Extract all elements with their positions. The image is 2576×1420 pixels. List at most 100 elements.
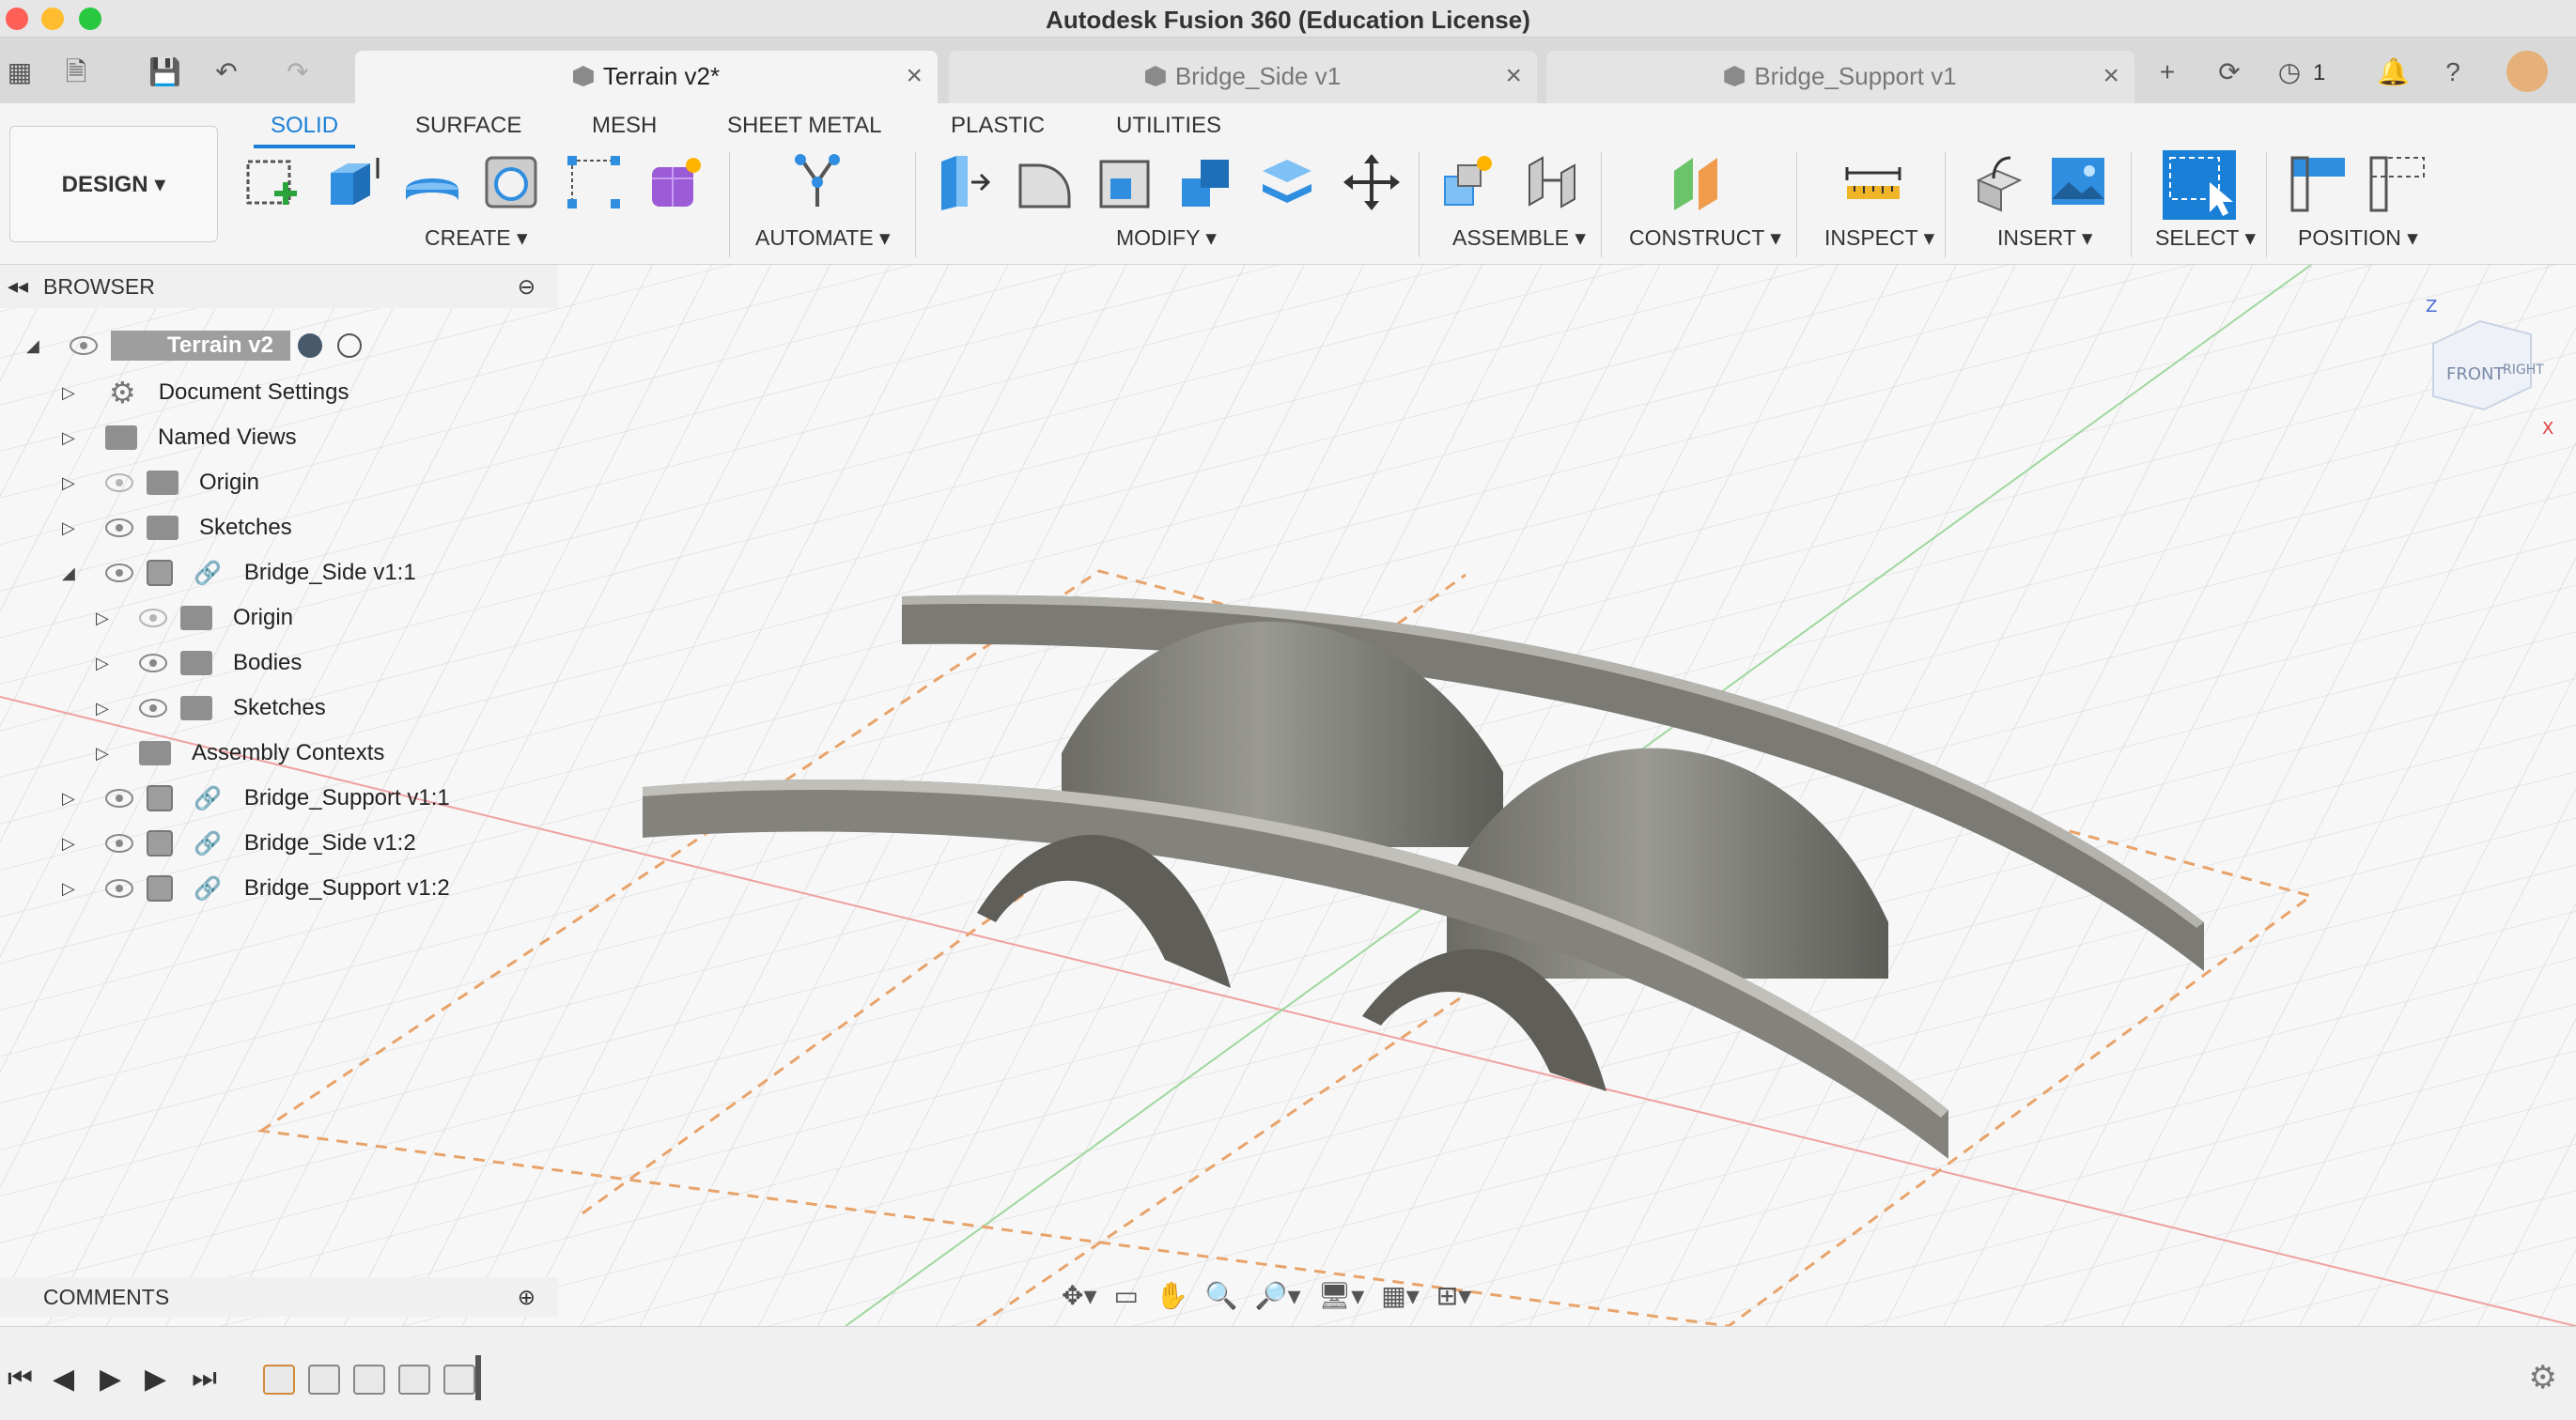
redo-icon[interactable]: ↷: [282, 58, 314, 86]
tab-plastic[interactable]: PLASTIC: [951, 113, 1045, 139]
inspect-menu[interactable]: INSPECT ▾: [1824, 225, 1934, 251]
viewports-icon[interactable]: ⊞▾: [1436, 1280, 1472, 1311]
tab-bridge-side-v1[interactable]: Bridge_Side v1 ×: [949, 51, 1537, 103]
tab-sheet-metal[interactable]: SHEET METAL: [727, 113, 881, 139]
extensions-icon[interactable]: ⟳: [2213, 58, 2245, 86]
offset-plane-icon[interactable]: [1668, 152, 1729, 212]
tree-item-sketches[interactable]: ▷ Sketches: [62, 509, 292, 547]
timeline-marker[interactable]: [475, 1355, 481, 1400]
canvas-image-icon[interactable]: [2048, 152, 2108, 212]
combine-icon[interactable]: [1176, 152, 1236, 212]
tree-item-bridge-support-1[interactable]: ▷ 🔗 Bridge_Support v1:1: [62, 779, 450, 817]
revert-position-icon[interactable]: [2367, 152, 2428, 212]
form-icon[interactable]: [646, 152, 706, 212]
capture-position-icon[interactable]: [2289, 152, 2349, 212]
offset-face-icon[interactable]: [1257, 152, 1317, 212]
tab-utilities[interactable]: UTILITIES: [1116, 113, 1221, 139]
timeline-joint-feature[interactable]: [308, 1365, 340, 1395]
display-settings-icon[interactable]: 🖥▾: [1318, 1280, 1365, 1311]
tree-item-assembly-contexts[interactable]: ▷ Assembly Contexts: [96, 734, 384, 772]
go-to-end-icon[interactable]: ⏭: [192, 1363, 217, 1395]
tree-item-origin-sub[interactable]: ▷ Origin: [96, 599, 293, 637]
new-tab-icon[interactable]: +: [2151, 58, 2183, 86]
tab-surface[interactable]: SURFACE: [415, 113, 521, 139]
active-component-icon[interactable]: [336, 333, 362, 358]
tree-item-bridge-side-2[interactable]: ▷ 🔗 Bridge_Side v1:2: [62, 825, 416, 862]
visibility-eye-icon[interactable]: [105, 879, 133, 898]
step-forward-icon[interactable]: ▶: [145, 1363, 166, 1396]
minimize-panel-icon[interactable]: ⊖: [518, 265, 535, 308]
visibility-eye-icon[interactable]: [70, 336, 98, 355]
hidden-eye-icon[interactable]: [139, 609, 167, 627]
look-at-icon[interactable]: ▭: [1114, 1280, 1139, 1311]
collapse-arrow-icon[interactable]: ◢: [26, 336, 49, 356]
zoom-icon[interactable]: 🔍: [1205, 1280, 1238, 1311]
grid-settings-icon[interactable]: ▦▾: [1381, 1280, 1420, 1311]
position-menu[interactable]: POSITION ▾: [2298, 225, 2418, 251]
create-menu[interactable]: CREATE ▾: [425, 225, 528, 251]
go-to-start-icon[interactable]: ⏮: [8, 1363, 33, 1395]
close-tab-icon[interactable]: ×: [2103, 60, 2119, 92]
timeline-joint-feature[interactable]: [443, 1365, 475, 1395]
construct-menu[interactable]: CONSTRUCT ▾: [1629, 225, 1781, 251]
add-comment-icon[interactable]: ⊕: [518, 1277, 535, 1317]
tree-item-origin[interactable]: ▷ Origin: [62, 464, 259, 502]
close-tab-icon[interactable]: ×: [1505, 60, 1522, 92]
close-tab-icon[interactable]: ×: [906, 60, 923, 92]
tree-item-bridge-support-2[interactable]: ▷ 🔗 Bridge_Support v1:2: [62, 870, 450, 907]
visibility-eye-icon[interactable]: [105, 834, 133, 853]
tab-solid[interactable]: SOLID: [253, 113, 356, 148]
comments-panel[interactable]: COMMENTS ⊕: [0, 1277, 558, 1317]
press-pull-icon[interactable]: [934, 152, 994, 212]
file-menu-icon[interactable]: 🗎: [60, 58, 92, 86]
save-icon[interactable]: 💾: [148, 58, 181, 86]
orbit-icon[interactable]: ✥▾: [1062, 1280, 1097, 1311]
select-menu[interactable]: SELECT ▾: [2155, 225, 2256, 251]
visibility-eye-icon[interactable]: [105, 518, 133, 537]
tree-item-named-views[interactable]: ▷ Named Views: [62, 419, 297, 456]
create-sketch-icon[interactable]: [242, 152, 303, 212]
joint-icon[interactable]: [1522, 152, 1582, 212]
help-icon[interactable]: ?: [2437, 58, 2469, 86]
tab-terrain-v2[interactable]: Terrain v2* ×: [355, 51, 938, 103]
undo-icon[interactable]: ↶: [210, 58, 242, 86]
hidden-eye-icon[interactable]: [105, 473, 133, 492]
visibility-eye-icon[interactable]: [105, 563, 133, 582]
insert-menu[interactable]: INSERT ▾: [1997, 225, 2092, 251]
collapse-browser-icon[interactable]: ◂◂: [8, 265, 28, 308]
timeline-joint-feature[interactable]: [398, 1365, 430, 1395]
visibility-eye-icon[interactable]: [139, 699, 167, 718]
sketch-pattern-icon[interactable]: [564, 152, 624, 212]
job-status-icon[interactable]: ◷: [2273, 58, 2305, 86]
shell-icon[interactable]: [481, 152, 541, 212]
notifications-bell-icon[interactable]: 🔔: [2377, 58, 2410, 86]
pan-hand-icon[interactable]: ✋: [1156, 1280, 1188, 1311]
step-back-icon[interactable]: ◀: [53, 1363, 74, 1396]
timeline-sketch-feature[interactable]: [263, 1365, 295, 1395]
tree-item-bodies[interactable]: ▷ Bodies: [96, 644, 302, 682]
tree-item-sketches-sub[interactable]: ▷ Sketches: [96, 689, 326, 727]
revolve-icon[interactable]: [402, 152, 462, 212]
tree-item-document-settings[interactable]: ▷ ⚙ Document Settings: [62, 374, 349, 411]
chamfer-icon[interactable]: [1095, 152, 1156, 212]
automate-icon[interactable]: [787, 152, 847, 212]
move-icon[interactable]: [1342, 152, 1402, 212]
extrude-icon[interactable]: [323, 152, 383, 212]
fit-zoom-icon[interactable]: 🔎▾: [1255, 1280, 1301, 1311]
timeline-joint-feature[interactable]: [353, 1365, 385, 1395]
play-icon[interactable]: ▶: [100, 1363, 121, 1396]
select-icon[interactable]: [2163, 150, 2236, 220]
visibility-eye-icon[interactable]: [105, 789, 133, 808]
user-avatar[interactable]: [2506, 51, 2548, 92]
tree-root[interactable]: ◢ Terrain v2: [26, 327, 362, 364]
tab-bridge-support-v1[interactable]: Bridge_Support v1 ×: [1546, 51, 2134, 103]
automate-menu[interactable]: AUTOMATE ▾: [755, 225, 891, 251]
workspace-switcher[interactable]: DESIGN ▾: [9, 126, 218, 242]
grid-menu-icon[interactable]: ▦: [4, 58, 36, 86]
assemble-menu[interactable]: ASSEMBLE ▾: [1452, 225, 1586, 251]
insert-derive-icon[interactable]: [1969, 152, 2029, 212]
tab-mesh[interactable]: MESH: [592, 113, 657, 139]
new-component-icon[interactable]: [1439, 152, 1499, 212]
visibility-eye-icon[interactable]: [139, 654, 167, 672]
fillet-icon[interactable]: [1015, 152, 1075, 212]
